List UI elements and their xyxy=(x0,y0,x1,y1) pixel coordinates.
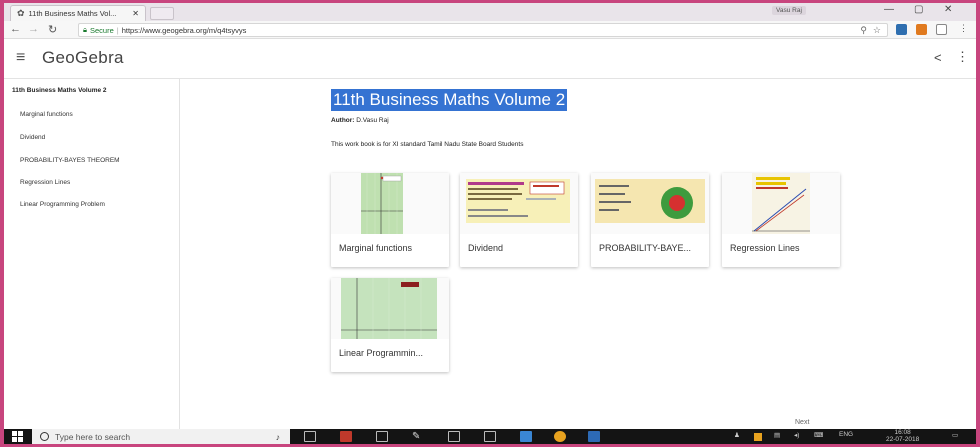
browser-tab-bar: ✿ 11th Business Maths Vol... ✕ Vasu Raj … xyxy=(4,3,976,21)
more-options-icon[interactable]: ⋮ xyxy=(956,49,969,65)
book-main-content: 11th Business Maths Volume 2 Author: D.V… xyxy=(181,79,976,429)
chapter-thumbnail xyxy=(722,173,840,234)
author-name[interactable]: D.Vasu Raj xyxy=(356,117,388,124)
windows-taskbar: Type here to search ♪ ✎ ♟ ▤ ◂) ⌨ ENG 16:… xyxy=(4,429,976,444)
tray-app-icon[interactable] xyxy=(754,433,762,441)
chapter-card-regression-lines[interactable]: Regression Lines xyxy=(722,173,840,267)
chapter-card-label: Linear Programmin... xyxy=(339,348,424,358)
chapter-card-linear-programming[interactable]: Linear Programmin... xyxy=(331,278,449,372)
address-bar-row: ← → ↻ 🔒︎ Secure | https://www.geogebra.o… xyxy=(4,21,976,39)
file-explorer-icon[interactable] xyxy=(520,431,532,442)
clock-date: 22-07-2018 xyxy=(886,436,920,443)
language-indicator[interactable]: ENG xyxy=(839,431,853,438)
tab-close-icon[interactable]: ✕ xyxy=(132,9,139,18)
book-description: This work book is for XI standard Tamil … xyxy=(331,141,524,148)
next-link[interactable]: Next xyxy=(795,419,809,426)
chapter-card-dividend[interactable]: Dividend xyxy=(460,173,578,267)
flash-app-icon[interactable] xyxy=(340,431,352,442)
windows-start-icon[interactable] xyxy=(12,431,23,442)
book-sidebar: 11th Business Maths Volume 2 Marginal fu… xyxy=(4,79,180,429)
profile-badge[interactable]: Vasu Raj xyxy=(772,6,806,15)
photoshop-app-icon[interactable] xyxy=(484,431,496,442)
chapter-thumbnail xyxy=(460,173,578,234)
people-icon[interactable]: ♟ xyxy=(734,431,740,439)
chapter-card-label: PROBABILITY-BAYE... xyxy=(599,243,692,253)
sidebar-item-linear-programming[interactable]: Linear Programming Problem xyxy=(20,201,105,208)
chapter-card-marginal-functions[interactable]: Marginal functions xyxy=(331,173,449,267)
clock[interactable]: 16:08 22-07-2018 xyxy=(886,429,919,443)
window-close-icon[interactable]: ✕ xyxy=(944,4,952,15)
search-circle-icon xyxy=(40,432,49,441)
bookmark-star-icon[interactable]: ☆ xyxy=(873,25,881,36)
sidebar-item-marginal-functions[interactable]: Marginal functions xyxy=(20,111,73,118)
calculator-app-icon[interactable] xyxy=(448,431,460,442)
clock-time: 16:08 xyxy=(894,429,911,436)
new-tab-button[interactable] xyxy=(150,7,174,20)
word-app-icon[interactable] xyxy=(588,431,600,442)
microphone-icon[interactable]: ♪ xyxy=(276,432,280,442)
geogebra-favicon-icon: ✿ xyxy=(17,8,25,18)
maximize-icon[interactable]: ▢ xyxy=(914,4,923,15)
extension-icon[interactable] xyxy=(916,24,927,35)
share-icon[interactable]: < xyxy=(934,50,942,65)
extension-icon[interactable] xyxy=(896,24,907,35)
omnibox-actions: ⚲ ☆ xyxy=(860,25,887,36)
url-text: https://www.geogebra.org/m/q4tsyvys xyxy=(121,25,247,35)
chapter-thumbnail xyxy=(331,278,449,339)
paint-app-icon[interactable]: ✎ xyxy=(412,431,424,442)
minimize-icon[interactable]: — xyxy=(884,4,894,15)
page-title: 11th Business Maths Volume 2 xyxy=(331,89,568,111)
extension-icon[interactable] xyxy=(936,24,947,35)
sidebar-book-title[interactable]: 11th Business Maths Volume 2 xyxy=(12,87,107,94)
sidebar-item-regression-lines[interactable]: Regression Lines xyxy=(20,179,70,186)
browser-tab[interactable]: ✿ 11th Business Maths Vol... ✕ xyxy=(10,5,146,21)
geogebra-logo[interactable]: GeoGebra xyxy=(42,48,124,68)
task-view-icon[interactable] xyxy=(304,431,316,442)
chrome-app-icon[interactable] xyxy=(554,431,566,442)
keyboard-icon[interactable]: ⌨ xyxy=(814,431,823,439)
sidebar-item-probability[interactable]: PROBABILITY-BAYES THEOREM xyxy=(20,157,120,164)
hamburger-menu-icon[interactable]: ≡ xyxy=(16,49,25,67)
chapter-card-label: Marginal functions xyxy=(339,243,413,253)
chapter-card-label: Dividend xyxy=(468,243,504,253)
tab-title: 11th Business Maths Vol... xyxy=(28,9,117,18)
chapter-thumbnail xyxy=(591,173,709,234)
browser-menu-icon[interactable]: ⋮ xyxy=(959,23,968,34)
chapter-card-label: Regression Lines xyxy=(730,243,800,253)
premiere-app-icon[interactable] xyxy=(376,431,388,442)
chapter-thumbnail xyxy=(331,173,449,234)
reload-icon[interactable]: ↻ xyxy=(48,23,57,36)
screen: ✿ 11th Business Maths Vol... ✕ Vasu Raj … xyxy=(4,3,976,444)
notification-icon[interactable]: ▭ xyxy=(952,431,958,439)
chapter-card-probability[interactable]: PROBABILITY-BAYE... xyxy=(591,173,709,267)
author-label: Author: xyxy=(331,117,355,124)
back-icon[interactable]: ← xyxy=(10,23,21,35)
sidebar-item-dividend[interactable]: Dividend xyxy=(20,134,45,141)
geogebra-header: ≡ GeoGebra < ⋮ xyxy=(4,39,976,79)
lock-icon: 🔒︎ xyxy=(83,25,87,34)
network-icon[interactable]: ▤ xyxy=(774,431,780,439)
forward-icon[interactable]: → xyxy=(28,23,39,35)
author-line: Author: D.Vasu Raj xyxy=(331,117,389,124)
secure-label: Secure xyxy=(90,25,114,35)
url-separator: | xyxy=(116,25,119,35)
url-field[interactable]: 🔒︎ Secure | https://www.geogebra.org/m/q… xyxy=(78,23,888,37)
taskbar-search-placeholder: Type here to search xyxy=(55,431,131,442)
search-icon[interactable]: ⚲ xyxy=(860,25,867,36)
taskbar-search-box[interactable]: Type here to search ♪ xyxy=(32,429,290,444)
volume-icon[interactable]: ◂) xyxy=(794,431,799,439)
